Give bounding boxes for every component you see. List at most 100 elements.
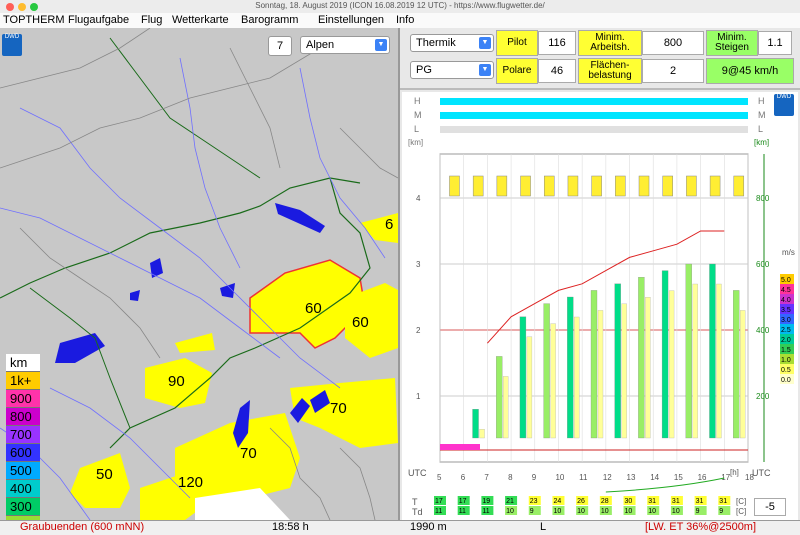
thermal-column-weak xyxy=(503,376,509,439)
climb-scale-label: 3.5 xyxy=(781,307,791,314)
menu-info[interactable]: Info xyxy=(396,14,414,26)
divider xyxy=(400,88,800,90)
map-canvas[interactable] xyxy=(0,28,398,520)
polare-label[interactable]: Polare xyxy=(496,58,538,84)
flaechenbelastung-label[interactable]: Flächen- belastung xyxy=(578,58,642,84)
thermal-column xyxy=(496,356,503,439)
cloud-row-label: M xyxy=(758,110,766,120)
menu-wetterkarte[interactable]: Wetterkarte xyxy=(172,14,229,26)
right-tick-label: 400 xyxy=(756,326,770,335)
min-arbeitshoehe-input[interactable]: 800 xyxy=(642,31,704,55)
status-class: L xyxy=(540,521,547,533)
status-location: Graubuenden (600 mNN) xyxy=(20,521,145,533)
dewpoint-value: 11 xyxy=(435,508,442,515)
thermal-map[interactable]: DWD 7 Alpen ▼ 60 60 90 70 70 50 120 6 km … xyxy=(0,28,400,520)
thermal-column-weak xyxy=(574,316,580,439)
cloud-cover-bar xyxy=(440,112,560,119)
cumulus-box xyxy=(662,175,673,197)
trend-line xyxy=(605,477,725,493)
climb-scale-label: 5.0 xyxy=(781,277,791,284)
pilot-label[interactable]: Pilot xyxy=(496,30,538,56)
window-titlebar: Sonntag, 18. August 2019 (ICON 16.08.201… xyxy=(0,0,800,14)
thermal-column-weak xyxy=(550,323,556,439)
temperature-value: 17 xyxy=(435,498,443,505)
thermal-column-weak xyxy=(597,310,604,439)
map-label: 70 xyxy=(240,445,257,462)
thermal-column xyxy=(709,263,716,439)
climb-scale-label: 0.0 xyxy=(781,377,791,384)
legend-swatch: 300 xyxy=(6,498,40,516)
temperature-unit: [C] xyxy=(736,497,747,506)
y-tick-label: 4 xyxy=(416,194,421,203)
x-tick-label: 12 xyxy=(603,473,612,482)
cumulus-box xyxy=(472,175,484,197)
thermal-column xyxy=(685,263,692,439)
menu-toptherm[interactable]: TOPTHERM xyxy=(3,14,65,26)
map-label: 120 xyxy=(178,474,204,491)
cloud-row-label: L xyxy=(414,124,420,134)
thermal-column xyxy=(567,296,574,439)
glider-select[interactable]: PG ▼ xyxy=(410,61,494,79)
temperature-value: 19 xyxy=(482,498,490,505)
status-height: 1990 m xyxy=(410,521,447,533)
cloud-cover-bar xyxy=(440,98,748,105)
thermal-column-weak xyxy=(621,303,627,439)
pilot-input[interactable]: 116 xyxy=(538,31,576,55)
climb-scale-label: 2.5 xyxy=(781,327,791,334)
min-steigen-label[interactable]: Minim. Steigen xyxy=(706,30,758,56)
x-tick-label: 7 xyxy=(484,473,489,482)
dewpoint-label: Td xyxy=(412,507,423,517)
region-select[interactable]: Alpen ▼ xyxy=(300,36,390,54)
x-tick-label: 6 xyxy=(461,473,466,482)
left-axis-unit: [km] xyxy=(408,138,424,147)
status-info: [LW. ET 36%@2500m] xyxy=(645,521,757,533)
map-label: 60 xyxy=(305,300,322,317)
climb-scale-label: 3.0 xyxy=(781,317,791,324)
menu-flug[interactable]: Flug xyxy=(141,14,162,26)
x-tick-label: 8 xyxy=(508,473,513,482)
thermal-column-weak xyxy=(716,283,722,439)
chevron-down-icon: ▼ xyxy=(375,39,387,51)
thermal-column-weak xyxy=(645,297,651,439)
legend-swatch: 1k+ xyxy=(6,372,40,390)
legend-swatch: 700 xyxy=(6,426,40,444)
cumulus-box xyxy=(520,175,531,197)
y-tick-label: 2 xyxy=(416,326,421,335)
y-tick-label: 3 xyxy=(416,260,421,269)
map-label: 50 xyxy=(96,466,113,483)
map-level-stepper[interactable]: 7 xyxy=(268,36,292,56)
min-steigen-input[interactable]: 1.1 xyxy=(758,31,792,55)
x-tick-label: 10 xyxy=(555,473,564,482)
bottom-stepper[interactable]: -5 xyxy=(754,498,786,516)
utc-label-right: UTC xyxy=(752,468,771,478)
min-arbeitshoehe-label[interactable]: Minim. Arbeitsh. xyxy=(578,30,642,56)
temperature-value: 31 xyxy=(696,498,704,505)
menu-flugaufgabe[interactable]: Flugaufgabe xyxy=(68,14,129,26)
temperature-value: 23 xyxy=(530,498,538,505)
thermal-chart-svg[interactable]: 12342004006008005 6 7 8 9 10 11 12 13 14 15 16 17 180… xyxy=(402,92,798,520)
thermal-column xyxy=(472,409,479,439)
climb-scale-unit: m/s xyxy=(782,248,795,257)
temperature-value: 31 xyxy=(672,498,680,505)
menu-einstellungen[interactable]: Einstellungen xyxy=(318,14,384,26)
dewpoint-value: 10 xyxy=(601,508,609,515)
dewpoint-value: 9 xyxy=(530,508,534,515)
thermal-chart[interactable]: 1 2 3 4 200 400 600 800 5 6 7 8 9 10 11 12 13 14 15 16 17 18 0… xyxy=(402,92,798,520)
dewpoint-value: 9 xyxy=(696,508,700,515)
thermal-column xyxy=(661,270,669,439)
dewpoint-value: 11 xyxy=(482,508,489,515)
temperature-value: 31 xyxy=(719,498,727,505)
dewpoint-value: 10 xyxy=(553,508,561,515)
status-time: 18:58 h xyxy=(272,521,309,533)
thermal-column xyxy=(638,277,645,439)
polare-input[interactable]: 46 xyxy=(538,59,576,83)
x-tick-label: 13 xyxy=(627,473,636,482)
menu-barogramm[interactable]: Barogramm xyxy=(241,14,298,26)
statusbar: Graubuenden (600 mNN) 18:58 h 1990 m L [… xyxy=(0,520,800,535)
cumulus-box xyxy=(638,175,650,197)
mode-select[interactable]: Thermik ▼ xyxy=(410,34,494,52)
legend-swatch: 400 xyxy=(6,480,40,498)
right-tick-label: 800 xyxy=(756,194,770,203)
flaechenbelastung-input[interactable]: 2 xyxy=(642,59,704,83)
thermal-column-weak xyxy=(740,310,746,439)
